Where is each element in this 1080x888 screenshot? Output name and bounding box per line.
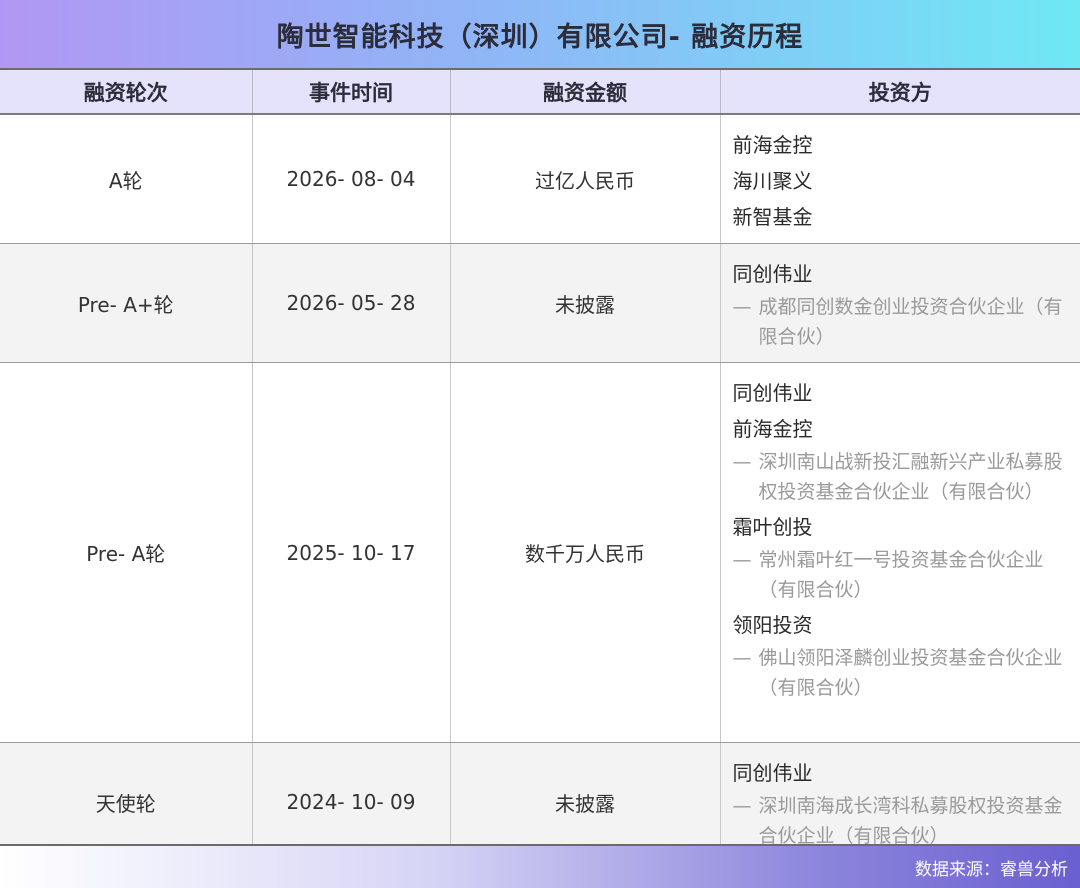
investor-entity-text: 常州霜叶红一号投资基金合伙企业（有限合伙） xyxy=(758,549,1044,601)
investor-name: 同创伟业 xyxy=(732,761,813,785)
investors-cell: 前海金控 海川聚义 新智基金 xyxy=(720,114,1080,244)
table-header-row: 融资轮次 事件时间 融资金额 投资方 xyxy=(0,70,1080,115)
header-amount: 融资金额 xyxy=(450,70,721,115)
dash-marker: — xyxy=(732,451,752,473)
round-cell: Pre- A轮 xyxy=(0,362,253,743)
header-round: 融资轮次 xyxy=(0,70,253,115)
data-source-note: 数据来源：睿兽分析 xyxy=(915,859,1068,880)
investor-name: 新智基金 xyxy=(732,205,813,229)
investor-name: 前海金控 xyxy=(732,417,813,441)
investor-entity: — 常州霜叶红一号投资基金合伙企业（有限合伙） xyxy=(733,545,1069,605)
amount-cell: 数千万人民币 xyxy=(450,362,721,743)
investor-name: 领阳投资 xyxy=(732,613,813,637)
investor-entity: — 成都同创数金创业投资合伙企业（有限合伙） xyxy=(733,292,1069,352)
header-date: 事件时间 xyxy=(252,70,451,115)
dash-marker: — xyxy=(732,549,752,571)
investors-cell: 同创伟业 — 成都同创数金创业投资合伙企业（有限合伙） xyxy=(720,243,1080,363)
table-row: A轮 2026- 08- 04 过亿人民币 前海金控 海川聚义 新智基金 xyxy=(0,114,1080,244)
investor-entity-text: 深圳南山战新投汇融新兴产业私募股权投资基金合伙企业（有限合伙） xyxy=(758,451,1063,503)
investor-name: 同创伟业 xyxy=(732,381,813,405)
investor-entity-text: 成都同创数金创业投资合伙企业（有限合伙） xyxy=(758,296,1063,348)
footer-bar: 数据来源：睿兽分析 xyxy=(0,844,1080,888)
dash-marker: — xyxy=(732,296,752,318)
investors-cell: 同创伟业 前海金控 — 深圳南山战新投汇融新兴产业私募股权投资基金合伙企业（有限… xyxy=(720,362,1080,743)
investor-entity-text: 佛山领阳泽麟创业投资基金合伙企业（有限合伙） xyxy=(758,647,1063,699)
table-row: Pre- A轮 2025- 10- 17 数千万人民币 同创伟业 前海金控 — … xyxy=(0,362,1080,743)
amount-cell: 未披露 xyxy=(450,243,721,363)
investor-name: 同创伟业 xyxy=(732,262,813,286)
financing-history-card: 陶世智能科技（深圳）有限公司- 融资历程 融资轮次 事件时间 融资金额 投资方 … xyxy=(0,0,1080,888)
round-cell: Pre- A+轮 xyxy=(0,243,253,363)
investor-name: 霜叶创投 xyxy=(732,515,813,539)
table-row: Pre- A+轮 2026- 05- 28 未披露 同创伟业 — 成都同创数金创… xyxy=(0,243,1080,363)
investor-name: 海川聚义 xyxy=(732,169,813,193)
date-cell: 2026- 08- 04 xyxy=(252,114,451,244)
investor-entity: — 深圳南海成长湾科私募股权投资基金合伙企业（有限合伙） xyxy=(733,791,1069,851)
dash-marker: — xyxy=(732,795,752,817)
date-cell: 2026- 05- 28 xyxy=(252,243,451,363)
investor-name: 前海金控 xyxy=(732,133,813,157)
investor-entity: — 佛山领阳泽麟创业投资基金合伙企业（有限合伙） xyxy=(733,643,1069,703)
financing-table: 融资轮次 事件时间 融资金额 投资方 A轮 2026- 08- 04 过亿人民币… xyxy=(0,70,1080,862)
round-cell: A轮 xyxy=(0,114,253,244)
header-investors: 投资方 xyxy=(720,70,1080,115)
investor-entity: — 深圳南山战新投汇融新兴产业私募股权投资基金合伙企业（有限合伙） xyxy=(733,447,1069,507)
date-cell: 2025- 10- 17 xyxy=(252,362,451,743)
investor-entity-text: 深圳南海成长湾科私募股权投资基金合伙企业（有限合伙） xyxy=(758,795,1063,847)
dash-marker: — xyxy=(732,647,752,669)
title-bar: 陶世智能科技（深圳）有限公司- 融资历程 xyxy=(0,0,1080,70)
amount-cell: 过亿人民币 xyxy=(450,114,721,244)
page-title: 陶世智能科技（深圳）有限公司- 融资历程 xyxy=(276,21,804,53)
